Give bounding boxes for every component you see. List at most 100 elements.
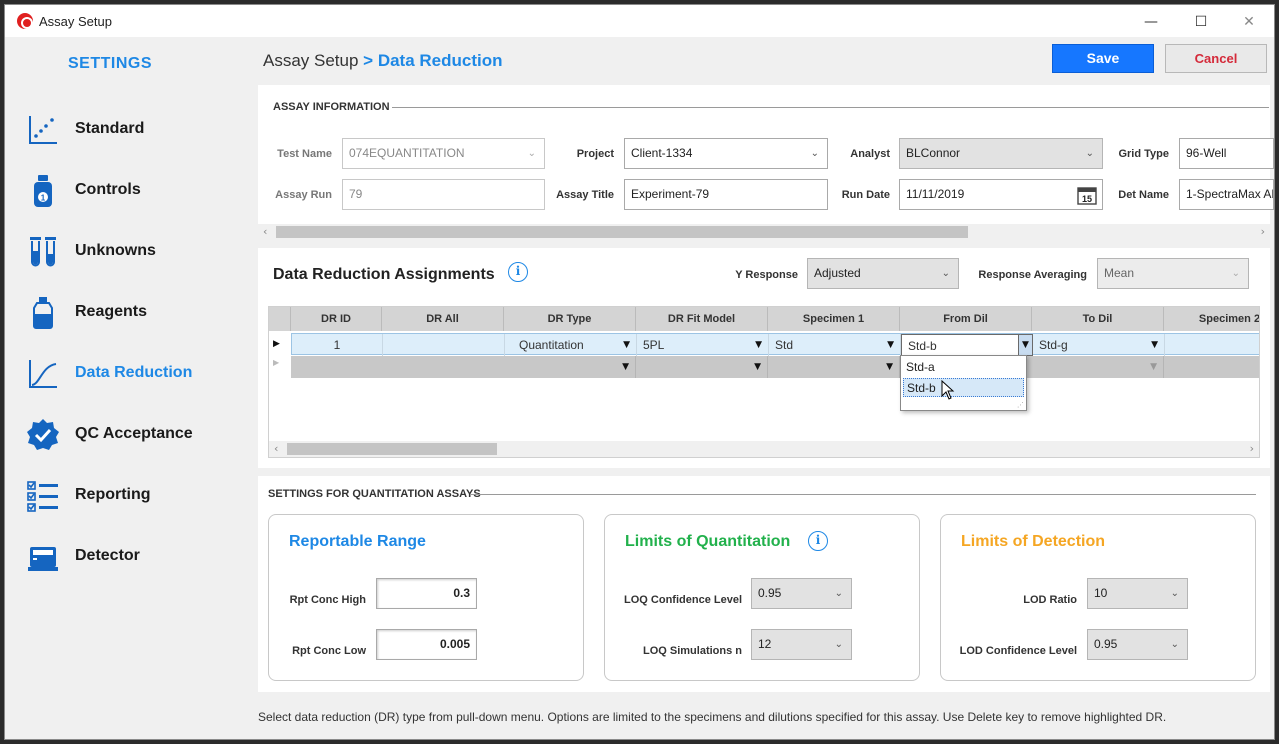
scroll-left-icon[interactable]: ‹ — [263, 224, 267, 240]
run-date-picker[interactable]: 11/11/2019 15 — [899, 179, 1103, 210]
table-row[interactable]: ▼ ▼ ▼ ▼ — [291, 356, 1259, 378]
dropdown-arrow-icon[interactable]: ▼ — [623, 334, 630, 356]
dropdown-arrow-icon[interactable]: ▼ — [1018, 335, 1032, 355]
lod-confidence-label: LOD Confidence Level — [959, 645, 1077, 657]
dropdown-arrow-icon[interactable]: ▼ — [887, 334, 894, 356]
sidebar-item-reagents[interactable]: Reagents — [25, 293, 245, 333]
loq-simulations-select[interactable]: 12 ⌄ — [751, 629, 852, 660]
column-header[interactable]: DR Fit Model — [636, 307, 768, 331]
loq-simulations-value: 12 — [758, 637, 772, 651]
chevron-down-icon: ⌄ — [1085, 148, 1094, 159]
to-dil-cell[interactable]: ▼ — [1032, 356, 1164, 378]
column-header[interactable]: Specimen 1 — [768, 307, 900, 331]
calendar-day: 15 — [1082, 194, 1092, 204]
column-header[interactable]: Specimen 2 — [1164, 307, 1259, 331]
column-header[interactable]: DR Type — [504, 307, 636, 331]
lod-confidence-select[interactable]: 0.95 ⌄ — [1087, 629, 1188, 660]
column-header[interactable]: From Dil — [900, 307, 1032, 331]
sidebar-item-unknowns[interactable]: Unknowns — [25, 232, 245, 272]
dropdown-arrow-icon[interactable]: ▼ — [622, 356, 629, 378]
maximize-button[interactable]: ☐ — [1178, 9, 1224, 35]
resize-grip-icon[interactable]: ⋰ — [1017, 401, 1024, 409]
sidebar-item-reporting[interactable]: Reporting — [25, 476, 245, 516]
new-row-marker-icon: ▶ — [273, 358, 280, 367]
dr-id-cell[interactable]: 1 — [292, 334, 383, 356]
minimize-button[interactable]: — — [1128, 9, 1174, 35]
rpt-conc-low-field[interactable]: 0.005 — [376, 629, 477, 660]
dropdown-arrow-icon[interactable]: ▼ — [755, 334, 762, 356]
scroll-right-icon[interactable]: › — [1250, 441, 1254, 457]
close-window-button[interactable]: ✕ — [1226, 9, 1272, 35]
scroll-left-icon[interactable]: ‹ — [274, 441, 278, 457]
sidebar-item-label: Reagents — [75, 303, 148, 320]
svg-text:1: 1 — [41, 194, 46, 203]
loq-title: Limits of Quantitation — [625, 533, 791, 550]
assay-run-field[interactable]: 79 — [342, 179, 545, 210]
lod-confidence-value: 0.95 — [1094, 637, 1118, 651]
info-icon[interactable]: i — [808, 531, 828, 551]
dropdown-option-selected[interactable]: Std-b — [903, 378, 1024, 397]
scroll-thumb[interactable] — [287, 443, 497, 455]
from-dil-cell[interactable]: Std-b ▼ — [901, 334, 1033, 356]
lod-ratio-select[interactable]: 10 ⌄ — [1087, 578, 1188, 609]
y-response-select[interactable]: Adjusted ⌄ — [807, 258, 959, 289]
fit-model-value: 5PL — [643, 338, 665, 352]
sidebar-item-controls[interactable]: 1 Controls — [25, 171, 245, 211]
dropdown-arrow-icon[interactable]: ▼ — [1151, 334, 1158, 356]
cancel-button[interactable]: Cancel — [1165, 44, 1267, 73]
grid-scrollbar[interactable]: ‹ › — [269, 441, 1259, 457]
specimen1-cell[interactable]: ▼ — [768, 356, 900, 378]
loq-simulations-label: LOQ Simulations n — [642, 645, 742, 657]
project-select[interactable]: Client-1334 ⌄ — [624, 138, 828, 169]
current-row-marker-icon: ▶ — [273, 339, 280, 349]
sidebar-item-detector[interactable]: Detector — [25, 537, 245, 577]
dr-type-cell[interactable]: Quantitation ▼ — [505, 334, 637, 356]
to-dil-cell[interactable]: Std-g ▼ — [1033, 334, 1165, 356]
calendar-icon[interactable]: 15 — [1077, 185, 1097, 205]
run-date-label: Run Date — [841, 189, 890, 201]
y-response-value: Adjusted — [814, 266, 861, 280]
response-averaging-select[interactable]: Mean ⌄ — [1097, 258, 1249, 289]
rpt-conc-low-label: Rpt Conc Low — [292, 645, 366, 657]
assay-info-scrollbar[interactable]: ‹ › — [258, 224, 1270, 240]
sidebar-item-standard[interactable]: Standard — [25, 110, 245, 150]
dropdown-arrow-icon[interactable]: ▼ — [886, 356, 893, 378]
dropdown-option[interactable]: Std-a — [903, 358, 1023, 377]
breadcrumb-separator: > — [358, 51, 378, 70]
dropdown-arrow-icon[interactable]: ▼ — [754, 356, 761, 378]
specimen1-cell[interactable]: Std ▼ — [769, 334, 901, 356]
column-header[interactable]: DR All — [382, 307, 504, 331]
analyst-select[interactable]: BLConnor ⌄ — [899, 138, 1103, 169]
sidebar-item-label: Controls — [75, 181, 141, 198]
assay-title-field[interactable]: Experiment-79 — [624, 179, 828, 210]
chevron-down-icon: ⌄ — [834, 588, 843, 599]
analyst-value: BLConnor — [906, 146, 961, 160]
fit-model-cell[interactable]: 5PL ▼ — [637, 334, 769, 356]
dropdown-arrow-icon[interactable]: ▼ — [1150, 356, 1157, 378]
scroll-thumb[interactable] — [276, 226, 968, 238]
lod-ratio-label: LOD Ratio — [1023, 594, 1077, 606]
dr-type-cell[interactable]: ▼ — [504, 356, 636, 378]
grid-type-select[interactable]: 96-Well — [1179, 138, 1274, 169]
column-header[interactable]: DR ID — [291, 307, 382, 331]
sidebar-item-qc-acceptance[interactable]: QC Acceptance — [25, 415, 245, 455]
scroll-right-icon[interactable]: › — [1261, 224, 1265, 240]
table-row[interactable]: 1 Quantitation ▼ 5PL ▼ Std ▼ Std-b ▼ Std-g ▼ — [291, 333, 1259, 356]
chevron-down-icon: ⌄ — [941, 268, 950, 279]
analyst-label: Analyst — [850, 148, 890, 160]
info-icon[interactable]: i — [508, 262, 528, 282]
column-header[interactable]: To Dil — [1032, 307, 1164, 331]
test-name-select[interactable]: 074EQUANTITATION ⌄ — [342, 138, 545, 169]
rpt-conc-high-field[interactable]: 0.3 — [376, 578, 477, 609]
dr-all-cell[interactable] — [383, 334, 505, 356]
loq-confidence-select[interactable]: 0.95 ⌄ — [751, 578, 852, 609]
fit-model-cell[interactable]: ▼ — [636, 356, 768, 378]
sidebar-item-data-reduction[interactable]: Data Reduction — [25, 354, 245, 394]
specimen2-cell[interactable] — [1165, 334, 1259, 356]
section-divider — [392, 107, 1269, 108]
chevron-down-icon: ⌄ — [810, 148, 819, 159]
save-button[interactable]: Save — [1052, 44, 1154, 73]
dr-assignments-panel: Data Reduction Assignments i Y Response … — [258, 248, 1270, 468]
sidebar-item-label: Standard — [75, 120, 145, 137]
det-name-select[interactable]: 1-SpectraMax AB — [1179, 179, 1274, 210]
